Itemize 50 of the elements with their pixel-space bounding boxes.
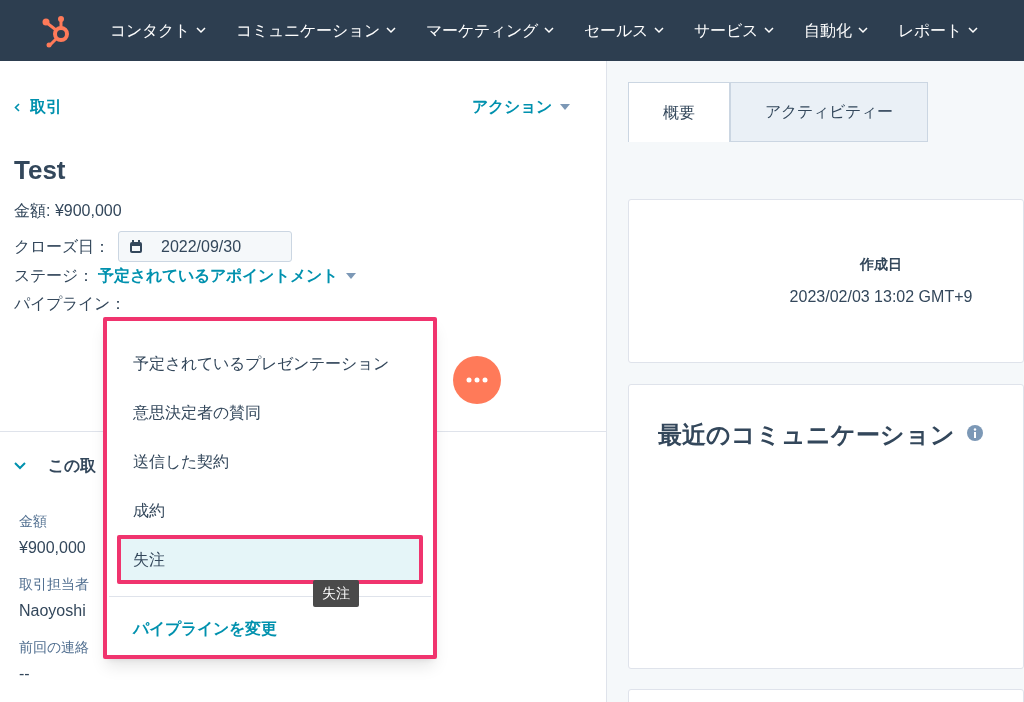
chevron-down-icon xyxy=(968,27,978,34)
field-value: ¥900,000 xyxy=(19,538,87,558)
date-field[interactable]: 2022/09/30 xyxy=(118,231,292,262)
nav-menu-item[interactable]: コンタクト xyxy=(110,18,206,43)
nav-menu-item[interactable]: サービス xyxy=(694,18,774,43)
back-link[interactable]: 取引 xyxy=(14,95,62,119)
stage-option[interactable]: 予定されているプレゼンテーション xyxy=(117,339,423,388)
calendar-icon xyxy=(129,239,143,254)
field-label: 金額 xyxy=(19,512,48,531)
nav-menu-item[interactable]: 自動化 xyxy=(804,18,868,43)
tooltip: 失注 xyxy=(313,580,359,607)
tab[interactable]: 概要 xyxy=(628,82,730,142)
chevron-down-icon xyxy=(386,27,396,34)
stage-option[interactable]: 送信した契約 xyxy=(117,437,423,486)
field-value: Naoyoshi xyxy=(19,601,87,621)
section-heading: この取 xyxy=(48,456,96,476)
stage-option[interactable]: 意思決定者の賛同 xyxy=(117,388,423,437)
chevron-down-icon xyxy=(764,27,774,34)
chevron-left-icon xyxy=(14,102,20,112)
stage-dropdown[interactable]: 予定されているアポイントメント xyxy=(98,264,356,288)
nav-menu-item[interactable]: レポート xyxy=(898,18,978,43)
field-label: 取引担当者 xyxy=(19,575,89,594)
actions-dropdown[interactable]: アクション xyxy=(472,95,570,119)
caret-down-icon xyxy=(346,273,356,279)
field-value: -- xyxy=(19,664,31,684)
pipeline-label: パイプライン： xyxy=(14,295,126,312)
more-icon xyxy=(466,377,488,383)
info-icon[interactable] xyxy=(967,425,983,441)
stage-label: ステージ： xyxy=(14,266,94,286)
nav-menu-item[interactable]: マーケティング xyxy=(426,18,554,43)
created-label: 作成日 xyxy=(860,254,902,274)
change-pipeline-link[interactable]: パイプラインを変更 xyxy=(107,617,433,641)
amount-text: 金額: ¥900,000 xyxy=(14,201,123,221)
field-label: 前回の連絡 xyxy=(19,638,89,657)
caret-down-icon xyxy=(560,104,570,110)
card-title: 最近のコミュニケーション xyxy=(658,420,955,450)
chevron-down-icon xyxy=(858,27,868,34)
record-title: Test xyxy=(14,155,67,185)
more-button[interactable] xyxy=(453,356,501,404)
chevron-down-icon xyxy=(544,27,554,34)
nav-menu-item[interactable]: セールス xyxy=(584,18,664,43)
chevron-down-icon[interactable] xyxy=(14,462,26,470)
nav-menu-item[interactable]: コミュニケーション xyxy=(236,18,396,43)
stage-option[interactable]: 失注 xyxy=(117,535,423,584)
chevron-down-icon xyxy=(654,27,664,34)
stage-option[interactable]: 成約 xyxy=(117,486,423,535)
close-date-label: クローズ日： xyxy=(14,236,110,257)
created-value: 2023/02/03 13:02 GMT+9 xyxy=(789,286,973,307)
chevron-down-icon xyxy=(196,27,206,34)
tab[interactable]: アクティビティー xyxy=(730,82,928,142)
